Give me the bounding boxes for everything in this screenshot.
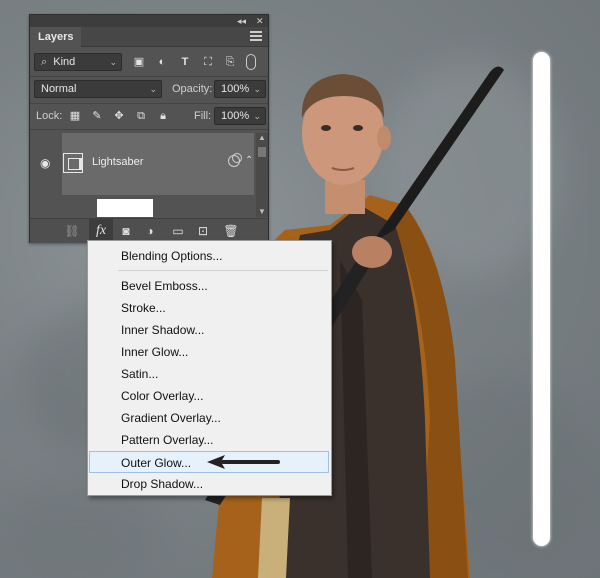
- filter-smartobject-icon[interactable]: ⎘: [223, 54, 237, 70]
- fill-label: Fill:: [194, 110, 212, 122]
- filter-kind-select[interactable]: ⌕ Kind ⌄: [34, 53, 122, 71]
- filter-type-icon[interactable]: T: [178, 54, 192, 70]
- smart-object-thumbnail-icon: [63, 153, 83, 173]
- filter-kind-value: Kind: [53, 56, 76, 68]
- layer-mask-thumbnail[interactable]: [97, 199, 153, 217]
- blend-mode-value: Normal: [41, 83, 77, 95]
- layer-row-lightsaber[interactable]: [62, 133, 254, 195]
- menu-separator: [118, 270, 328, 271]
- blend-mode-select[interactable]: Normal ⌄: [34, 80, 162, 98]
- filter-shape-icon[interactable]: ⛶: [201, 54, 215, 70]
- layers-scrollbar[interactable]: ▲ ▼: [256, 133, 268, 217]
- menu-item-inner-shadow[interactable]: Inner Shadow...: [88, 319, 331, 341]
- opacity-value: 100%: [221, 83, 250, 95]
- layer-effects-icon[interactable]: [228, 153, 242, 167]
- menu-item-inner-glow[interactable]: Inner Glow...: [88, 341, 331, 363]
- opacity-label: Opacity:: [172, 83, 213, 95]
- fill-input[interactable]: 100% ⌄: [214, 107, 266, 125]
- lightsaber-glow-bar: [533, 52, 550, 546]
- menu-item-gradient-overlay[interactable]: Gradient Overlay...: [88, 407, 331, 429]
- filter-toggle-icon[interactable]: [246, 54, 256, 70]
- menu-item-satin[interactable]: Satin...: [88, 363, 331, 385]
- lock-label: Lock:: [36, 110, 63, 122]
- panel-topbar: ◂◂ ✕: [30, 15, 268, 27]
- menu-item-pattern-overlay[interactable]: Pattern Overlay...: [88, 429, 331, 451]
- canvas-background: ◂◂ ✕ Layers ⌕ Kind ⌄ ▣ ◐ T ⛶ ⎘ Normal ⌄ …: [0, 0, 600, 578]
- tab-layers[interactable]: Layers: [30, 27, 82, 47]
- lock-move-icon[interactable]: ✥: [112, 108, 126, 124]
- lock-all-icon[interactable]: 🔒︎: [156, 108, 170, 124]
- staff: [372, 66, 504, 243]
- fill-value: 100%: [221, 110, 250, 122]
- menu-item-blending-options[interactable]: Blending Options...: [88, 245, 331, 267]
- collapse-icon[interactable]: ◂◂: [237, 15, 246, 27]
- panel-menu-icon[interactable]: [250, 31, 262, 41]
- chevron-up-icon[interactable]: ⌃: [245, 155, 253, 166]
- ear: [377, 126, 391, 150]
- chevron-down-icon: ⌄: [253, 84, 261, 94]
- opacity-input[interactable]: 100% ⌄: [214, 80, 266, 98]
- annotation-arrow-icon: [207, 455, 280, 469]
- lock-artboard-icon[interactable]: ⧉: [134, 108, 148, 124]
- close-icon[interactable]: ✕: [256, 15, 264, 27]
- menu-item-bevel-emboss[interactable]: Bevel Emboss...: [88, 275, 331, 297]
- search-icon: ⌕: [41, 56, 48, 68]
- filter-adjustment-icon[interactable]: ◐: [155, 54, 169, 70]
- eye-icon[interactable]: ◉: [40, 156, 50, 170]
- panel-tabbar: Layers: [30, 27, 268, 47]
- chevron-down-icon: ⌄: [253, 111, 261, 121]
- scroll-down-icon[interactable]: ▼: [257, 207, 267, 217]
- tunic: [258, 498, 290, 578]
- link-icon[interactable]: ⛓: [62, 219, 82, 243]
- menu-item-drop-shadow[interactable]: Drop Shadow...: [88, 473, 331, 495]
- filter-pixel-icon[interactable]: ▣: [132, 54, 146, 70]
- scroll-up-icon[interactable]: ▲: [257, 133, 267, 143]
- chevron-down-icon: ⌄: [149, 84, 157, 94]
- layers-panel: ◂◂ ✕ Layers ⌕ Kind ⌄ ▣ ◐ T ⛶ ⎘ Normal ⌄ …: [29, 14, 269, 243]
- lock-brush-icon[interactable]: ✎: [90, 108, 104, 124]
- lock-transparent-icon[interactable]: ▦: [68, 108, 82, 124]
- hand: [352, 236, 392, 268]
- chevron-down-icon: ⌄: [109, 57, 117, 67]
- menu-item-stroke[interactable]: Stroke...: [88, 297, 331, 319]
- menu-item-color-overlay[interactable]: Color Overlay...: [88, 385, 331, 407]
- neck: [325, 180, 365, 214]
- scroll-thumb[interactable]: [258, 147, 266, 157]
- layer-name[interactable]: Lightsaber: [92, 156, 143, 168]
